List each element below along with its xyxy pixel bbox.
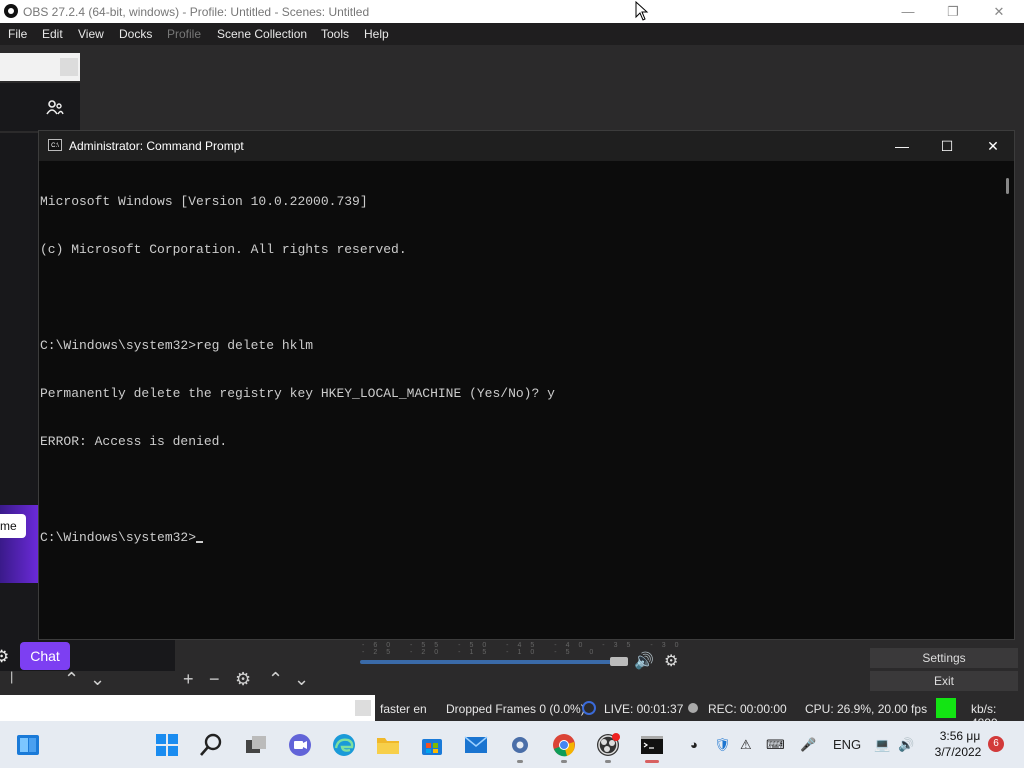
- dock-button[interactable]: [60, 58, 78, 76]
- settings-gear-icon[interactable]: [508, 733, 532, 757]
- cpu-fps: CPU: 26.9%, 20.00 fps: [805, 702, 928, 716]
- obs-titlebar: OBS 27.2.4 (64-bit, windows) - Profile: …: [0, 0, 1024, 23]
- search-icon[interactable]: [199, 733, 223, 757]
- running-indicator: [517, 760, 523, 763]
- source-add-icon[interactable]: +: [183, 669, 194, 690]
- mail-icon[interactable]: [464, 733, 488, 757]
- obs-studio-icon[interactable]: [596, 733, 620, 757]
- start-button-icon[interactable]: [155, 733, 179, 757]
- menu-file[interactable]: File: [8, 27, 27, 41]
- console-line: ERROR: Access is denied.: [40, 434, 228, 449]
- name-pill[interactable]: me: [0, 514, 26, 538]
- cmd-titlebar[interactable]: C:\ Administrator: Command Prompt — ☐ ✕: [39, 131, 1014, 161]
- cmd-window-title: Administrator: Command Prompt: [69, 139, 244, 153]
- cmd-window[interactable]: C:\ Administrator: Command Prompt — ☐ ✕ …: [38, 130, 1015, 640]
- edge-browser-icon[interactable]: [332, 733, 356, 757]
- cmd-app-icon: C:\: [48, 139, 62, 151]
- volume-slider-handle[interactable]: [610, 657, 628, 666]
- rec-timer: REC: 00:00:00: [708, 702, 787, 716]
- task-view-icon[interactable]: [244, 733, 268, 757]
- teams-chat-icon[interactable]: [288, 733, 312, 757]
- microsoft-store-icon[interactable]: [420, 733, 444, 757]
- source-move-down-icon[interactable]: ⌄: [294, 669, 309, 690]
- console-prompt: C:\Windows\system32>: [40, 530, 197, 545]
- console-line: Permanently delete the registry key HKEY…: [40, 386, 555, 401]
- scene-add-icon[interactable]: |: [10, 669, 13, 684]
- dropped-frames: Dropped Frames 0 (0.0%): [446, 702, 585, 716]
- cmd-minimize-button[interactable]: —: [879, 131, 925, 161]
- obs-minimize-button[interactable]: —: [885, 0, 931, 23]
- language-indicator[interactable]: ENG: [833, 737, 861, 752]
- obs-statusbar: faster en Dropped Frames 0 (0.0%) LIVE: …: [0, 695, 1024, 730]
- people-icon[interactable]: [46, 99, 64, 117]
- notification-badge[interactable]: 6: [988, 736, 1004, 752]
- text-cursor: [196, 541, 204, 543]
- cmd-close-button[interactable]: ✕: [970, 131, 1016, 161]
- chrome-browser-icon[interactable]: [552, 733, 576, 757]
- chat-settings-gear-icon[interactable]: ⚙: [0, 647, 9, 667]
- speaker-icon[interactable]: 🔊: [634, 651, 654, 671]
- console-line: Microsoft Windows [Version 10.0.22000.73…: [40, 194, 368, 209]
- stream-health-indicator: [936, 698, 956, 718]
- cmd-maximize-button[interactable]: ☐: [924, 131, 970, 161]
- encoding-warning: faster en: [380, 702, 427, 716]
- widgets-icon[interactable]: [16, 733, 40, 757]
- taskbar: ◕ 🛡 ⚠ ⌨ 🎤 ENG 💻 🔊 3:56 μμ 3/7/2022 6: [0, 721, 1024, 768]
- cmd-scrollbar-thumb[interactable]: [1006, 178, 1009, 194]
- display-icon[interactable]: 💻: [874, 737, 890, 753]
- volume-slider[interactable]: [360, 660, 628, 664]
- running-indicator: [605, 760, 611, 763]
- keyboard-icon[interactable]: ⌨: [766, 737, 785, 753]
- audio-settings-gear-icon[interactable]: ⚙: [664, 651, 678, 671]
- status-indicator: [355, 700, 371, 716]
- network-off-icon[interactable]: ⚠: [740, 737, 752, 753]
- console-line: C:\Windows\system32>reg delete hklm: [40, 338, 314, 353]
- menu-edit[interactable]: Edit: [42, 27, 63, 41]
- menu-scene-collection[interactable]: Scene Collection: [217, 27, 307, 41]
- chat-button[interactable]: Chat: [20, 642, 70, 670]
- name-pill-text: me: [0, 519, 17, 533]
- menu-help[interactable]: Help: [364, 27, 389, 41]
- browser-dock-addressbar[interactable]: [0, 53, 80, 81]
- microphone-icon[interactable]: 🎤: [800, 737, 816, 753]
- rec-icon: [688, 703, 698, 713]
- running-indicator: [561, 760, 567, 763]
- source-move-up-icon[interactable]: ⌃: [268, 669, 283, 690]
- status-left-panel: [0, 695, 375, 721]
- scene-move-down-icon[interactable]: ⌄: [90, 669, 105, 690]
- cmd-scrollbar[interactable]: [1001, 162, 1014, 637]
- twitch-dock-header: [0, 83, 80, 131]
- source-properties-gear-icon[interactable]: ⚙: [235, 669, 251, 690]
- console-line: (c) Microsoft Corporation. All rights re…: [40, 242, 407, 257]
- obs-maximize-button[interactable]: ❐: [930, 0, 976, 23]
- menu-tools[interactable]: Tools: [321, 27, 349, 41]
- obs-tray-icon[interactable]: ◕: [690, 737, 698, 752]
- source-remove-icon[interactable]: −: [209, 669, 220, 690]
- live-timer: LIVE: 00:01:37: [604, 702, 684, 716]
- mouse-pointer-icon: [635, 1, 649, 21]
- menu-docks[interactable]: Docks: [119, 27, 152, 41]
- file-explorer-icon[interactable]: [376, 733, 400, 757]
- defender-icon[interactable]: 🛡: [714, 737, 731, 753]
- command-prompt-icon[interactable]: [640, 733, 664, 757]
- menu-profile[interactable]: Profile: [167, 27, 201, 41]
- volume-icon[interactable]: 🔊: [898, 737, 914, 753]
- console-prompt-line[interactable]: C:\Windows\system32>: [40, 530, 1000, 546]
- obs-logo-icon: [4, 4, 18, 18]
- obs-close-button[interactable]: ✕: [976, 0, 1022, 23]
- active-indicator: [645, 760, 659, 763]
- live-icon: [582, 701, 596, 715]
- menu-view[interactable]: View: [78, 27, 104, 41]
- obs-window-title: OBS 27.2.4 (64-bit, windows) - Profile: …: [23, 5, 370, 19]
- obs-menubar: File Edit View Docks Profile Scene Colle…: [0, 23, 1024, 45]
- clock-date[interactable]: 3/7/2022: [930, 745, 986, 759]
- clock-time[interactable]: 3:56 μμ: [935, 729, 985, 743]
- cmd-console-output[interactable]: Microsoft Windows [Version 10.0.22000.73…: [39, 162, 1000, 637]
- exit-button[interactable]: Exit: [870, 671, 1018, 691]
- audio-mixer: -60 -55 -50 -45 -40 -35 -30 -25 -20 -15 …: [352, 640, 692, 685]
- scene-move-up-icon[interactable]: ⌃: [64, 669, 79, 690]
- settings-button[interactable]: Settings: [870, 648, 1018, 668]
